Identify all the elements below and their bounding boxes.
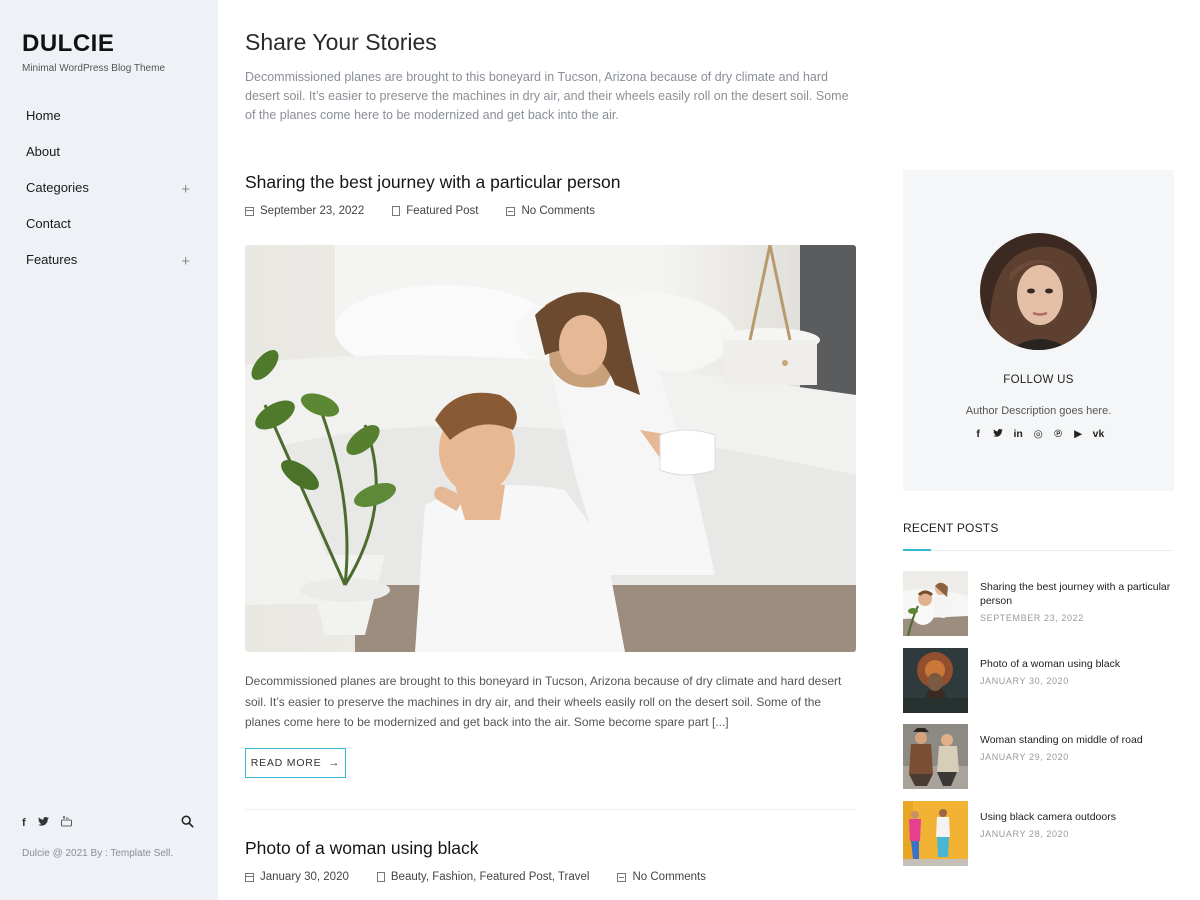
- recent-post-date: SEPTEMBER 23, 2022: [980, 613, 1084, 623]
- post-category[interactable]: Featured Post: [392, 205, 478, 217]
- recent-post-date: JANUARY 30, 2020: [980, 676, 1069, 686]
- recent-post-item[interactable]: Photo of a woman using black JANUARY 30,…: [903, 648, 1174, 714]
- recent-post-text: Woman standing on middle of road JANUARY…: [980, 733, 1174, 762]
- comment-icon: [617, 872, 627, 882]
- twitter-icon[interactable]: [37, 816, 49, 829]
- folder-icon: [376, 872, 385, 882]
- recent-post-title[interactable]: Sharing the best journey with a particul…: [980, 580, 1174, 608]
- nav-item-features[interactable]: Features +: [26, 250, 196, 286]
- page-title: Share Your Stories: [245, 29, 437, 55]
- nav-item-home[interactable]: Home: [26, 106, 196, 142]
- author-social-links: f in ◎ ℗ ▶ vk: [903, 428, 1174, 440]
- recent-post-date: JANUARY 28, 2020: [980, 829, 1069, 839]
- expand-plus-icon[interactable]: +: [181, 252, 190, 272]
- recent-post-title[interactable]: Using black camera outdoors: [980, 810, 1174, 824]
- nav-item-label: Contact: [26, 216, 71, 231]
- post-category-text: Featured Post: [406, 205, 479, 217]
- main-nav: Home About Categories + Contact Features…: [26, 106, 196, 286]
- pinterest-icon[interactable]: ℗: [1053, 428, 1064, 440]
- youtube-icon[interactable]: [60, 816, 72, 830]
- post-meta: January 30, 2020 Beauty, Fashion, Featur…: [245, 871, 734, 883]
- post-divider: [245, 809, 856, 810]
- recent-post-item[interactable]: Woman standing on middle of road JANUARY…: [903, 724, 1174, 790]
- recent-posts-title: RECENT POSTS: [903, 521, 999, 535]
- youtube-icon[interactable]: ▶: [1073, 428, 1084, 440]
- follow-us-title: FOLLOW US: [1003, 374, 1074, 386]
- expand-plus-icon[interactable]: +: [181, 180, 190, 200]
- post-category-text: Beauty, Fashion, Featured Post, Travel: [390, 871, 590, 883]
- post-featured-image[interactable]: [245, 245, 856, 652]
- post-title[interactable]: Photo of a woman using black: [245, 838, 478, 859]
- site-tagline: Minimal WordPress Blog Theme: [22, 63, 166, 74]
- vk-icon[interactable]: vk: [1093, 428, 1105, 440]
- recent-posts-divider: [903, 550, 1174, 551]
- post-comments[interactable]: No Comments: [617, 871, 706, 883]
- nav-item-contact[interactable]: Contact: [26, 214, 196, 250]
- recent-post-title[interactable]: Woman standing on middle of road: [980, 733, 1174, 747]
- facebook-icon[interactable]: f: [973, 428, 984, 440]
- left-social-links: f: [22, 816, 72, 830]
- left-sidebar: DULCIE Minimal WordPress Blog Theme Home…: [0, 0, 218, 900]
- calendar-icon: [245, 206, 254, 216]
- post-comments-text: No Comments: [632, 871, 706, 883]
- recent-post-date: JANUARY 29, 2020: [980, 752, 1069, 762]
- instagram-icon[interactable]: ◎: [1033, 428, 1044, 440]
- page-intro: Decommissioned planes are brought to thi…: [245, 70, 849, 122]
- post-comments[interactable]: No Comments: [506, 205, 595, 217]
- nav-item-label: Features: [26, 252, 78, 267]
- post-date-text: September 23, 2022: [260, 205, 365, 217]
- author-avatar: [980, 233, 1097, 350]
- nav-item-about[interactable]: About: [26, 142, 196, 178]
- recent-post-thumbnail[interactable]: [903, 724, 968, 789]
- recent-post-item[interactable]: Using black camera outdoors JANUARY 28, …: [903, 801, 1174, 867]
- post-comments-text: No Comments: [521, 205, 595, 217]
- recent-post-title[interactable]: Photo of a woman using black: [980, 657, 1174, 671]
- nav-item-categories[interactable]: Categories +: [26, 178, 196, 214]
- post-date[interactable]: September 23, 2022: [245, 205, 364, 217]
- post-date-text: January 30, 2020: [260, 871, 349, 883]
- twitter-icon[interactable]: [993, 428, 1004, 440]
- read-more-label: READ MORE: [250, 757, 322, 769]
- calendar-icon: [245, 872, 254, 882]
- recent-post-text: Photo of a woman using black JANUARY 30,…: [980, 657, 1174, 686]
- nav-item-label: About: [26, 144, 60, 159]
- search-icon[interactable]: [181, 815, 195, 829]
- nav-item-label: Home: [26, 108, 61, 123]
- post-meta: September 23, 2022 Featured Post No Comm…: [245, 205, 623, 217]
- recent-post-item[interactable]: Sharing the best journey with a particul…: [903, 571, 1174, 637]
- facebook-icon[interactable]: f: [22, 817, 26, 829]
- recent-post-thumbnail[interactable]: [903, 801, 968, 866]
- post-title[interactable]: Sharing the best journey with a particul…: [245, 172, 621, 193]
- author-description: Author Description goes here.: [965, 405, 1112, 417]
- recent-post-text: Using black camera outdoors JANUARY 28, …: [980, 810, 1174, 839]
- post-date[interactable]: January 30, 2020: [245, 871, 349, 883]
- folder-icon: [392, 206, 401, 216]
- recent-post-thumbnail[interactable]: [903, 571, 968, 636]
- site-logo[interactable]: DULCIE: [22, 30, 114, 58]
- recent-post-text: Sharing the best journey with a particul…: [980, 580, 1174, 623]
- arrow-right-icon: →: [328, 757, 341, 769]
- post-excerpt: Decommissioned planes are brought to thi…: [245, 674, 842, 729]
- recent-posts-accent-line: [903, 549, 931, 551]
- nav-item-label: Categories: [26, 180, 89, 195]
- copyright-text: Dulcie @ 2021 By : Template Sell.: [22, 848, 174, 859]
- linkedin-icon[interactable]: in: [1013, 428, 1024, 440]
- recent-post-thumbnail[interactable]: [903, 648, 968, 713]
- comment-icon: [506, 206, 516, 216]
- read-more-button[interactable]: READ MORE →: [245, 748, 346, 778]
- author-widget: FOLLOW US Author Description goes here. …: [903, 170, 1174, 491]
- post-category[interactable]: Beauty, Fashion, Featured Post, Travel: [376, 871, 590, 883]
